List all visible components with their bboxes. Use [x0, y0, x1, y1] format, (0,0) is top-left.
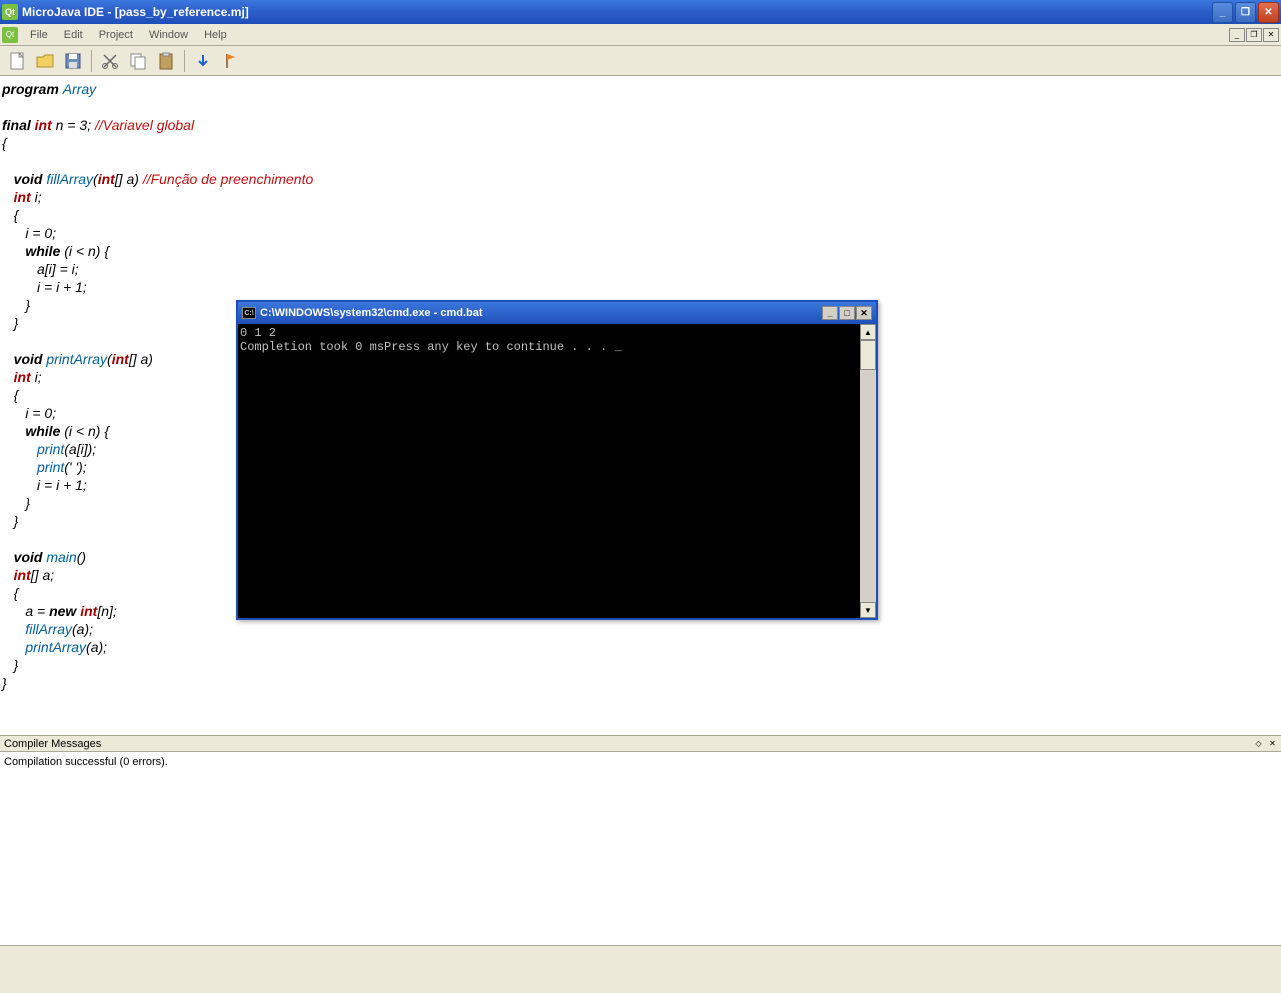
doc-minimize-button[interactable]: _ — [1229, 28, 1245, 42]
paste-button[interactable] — [153, 48, 179, 74]
compile-arrow-icon — [193, 51, 213, 71]
compile-button[interactable] — [190, 48, 216, 74]
minimize-button[interactable]: _ — [1212, 2, 1233, 23]
toolbar-separator — [184, 50, 185, 72]
save-icon — [63, 51, 83, 71]
cmd-close-button[interactable]: ✕ — [856, 306, 872, 320]
cmd-icon: C:\ — [242, 307, 256, 319]
scissors-icon — [100, 51, 120, 71]
cmd-scroll-down-button[interactable]: ▼ — [860, 602, 876, 618]
cmd-line-2: Completion took 0 msPress any key to con… — [240, 340, 622, 354]
cmd-title: C:\WINDOWS\system32\cmd.exe - cmd.bat — [260, 307, 822, 319]
compiler-panel: Compiler Messages ◇ ✕ Compilation succes… — [0, 735, 1281, 945]
close-button[interactable]: ✕ — [1258, 2, 1279, 23]
compiler-panel-float-button[interactable]: ◇ — [1252, 738, 1265, 750]
compiler-message: Compilation successful (0 errors). — [0, 752, 1281, 772]
run-flag-icon — [221, 51, 241, 71]
qt-logo-icon: Qt — [2, 4, 18, 20]
run-button[interactable] — [218, 48, 244, 74]
toolbar-separator — [91, 50, 92, 72]
paste-icon — [156, 51, 176, 71]
cmd-minimize-button[interactable]: _ — [822, 306, 838, 320]
cmd-scroll-track[interactable] — [860, 370, 876, 602]
menu-edit[interactable]: Edit — [56, 26, 91, 44]
cmd-output: 0 1 2 Completion took 0 msPress any key … — [238, 324, 860, 618]
maximize-button[interactable]: ❐ — [1235, 2, 1256, 23]
document-window-controls: _ ❐ ✕ — [1229, 28, 1279, 42]
window-title: MicroJava IDE - [pass_by_reference.mj] — [22, 5, 1212, 19]
copy-icon — [128, 51, 148, 71]
new-file-icon — [7, 51, 27, 71]
cmd-scroll-up-button[interactable]: ▲ — [860, 324, 876, 340]
cut-button[interactable] — [97, 48, 123, 74]
cmd-window[interactable]: C:\ C:\WINDOWS\system32\cmd.exe - cmd.ba… — [236, 300, 878, 620]
copy-button[interactable] — [125, 48, 151, 74]
statusbar — [0, 945, 1281, 993]
toolbar — [0, 46, 1281, 76]
main-titlebar: Qt MicroJava IDE - [pass_by_reference.mj… — [0, 0, 1281, 24]
doc-close-button[interactable]: ✕ — [1263, 28, 1279, 42]
cmd-titlebar[interactable]: C:\ C:\WINDOWS\system32\cmd.exe - cmd.ba… — [238, 302, 876, 324]
window-controls: _ ❐ ✕ — [1212, 2, 1279, 23]
cmd-maximize-button[interactable]: □ — [839, 306, 855, 320]
menu-help[interactable]: Help — [196, 26, 235, 44]
compiler-panel-controls: ◇ ✕ — [1252, 738, 1279, 750]
new-file-button[interactable] — [4, 48, 30, 74]
save-button[interactable] — [60, 48, 86, 74]
cmd-line-1: 0 1 2 — [240, 326, 283, 340]
cmd-window-controls: _ □ ✕ — [822, 306, 872, 320]
compiler-panel-title: Compiler Messages — [4, 738, 101, 750]
menu-file[interactable]: File — [22, 26, 56, 44]
menu-project[interactable]: Project — [91, 26, 141, 44]
open-folder-icon — [35, 51, 55, 71]
open-file-button[interactable] — [32, 48, 58, 74]
compiler-panel-header: Compiler Messages ◇ ✕ — [0, 736, 1281, 752]
cmd-scrollbar[interactable]: ▲ ▼ — [860, 324, 876, 618]
menu-window[interactable]: Window — [141, 26, 196, 44]
compiler-panel-close-button[interactable]: ✕ — [1266, 738, 1279, 750]
qt-logo-small-icon: Qt — [2, 27, 18, 43]
cmd-scroll-thumb[interactable] — [860, 340, 876, 370]
menubar: Qt File Edit Project Window Help _ ❐ ✕ — [0, 24, 1281, 46]
doc-restore-button[interactable]: ❐ — [1246, 28, 1262, 42]
